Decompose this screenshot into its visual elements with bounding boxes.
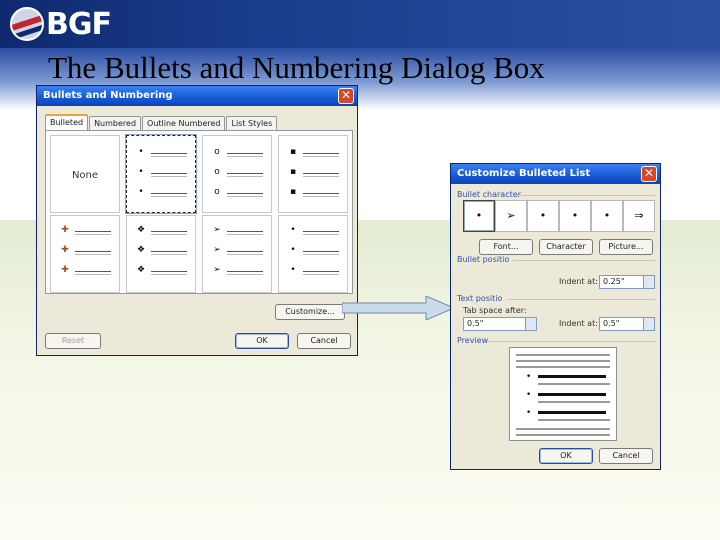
tab-outline-numbered[interactable]: Outline Numbered [142, 116, 226, 130]
bullet-char-dot-3[interactable]: • [559, 200, 591, 232]
bullet-cross-icon: ✚ [61, 225, 69, 235]
bullet-position-label: Bullet positio [457, 255, 510, 264]
bullet-style-dot[interactable]: • • • [126, 135, 196, 213]
close-icon[interactable]: ✕ [641, 166, 657, 182]
dialog-titlebar[interactable]: Bullets and Numbering ✕ [37, 86, 357, 106]
bulleted-tab-panel: None • • • o o o ▪ ▪ ▪ ✚ ✚ ✚ ❖ ❖ ❖ ➢ ➢ ➢… [45, 130, 353, 294]
none-label: None [71, 170, 99, 181]
bullet-indent-at-label: Indent at: [559, 277, 598, 286]
bullet-style-arrow[interactable]: ➢ ➢ ➢ [202, 215, 272, 293]
customize-button[interactable]: Customize... [275, 304, 345, 320]
bullet-dot-icon: • [290, 265, 296, 275]
bullet-circle-icon: o [214, 187, 220, 197]
preview-bullet-icon: • [526, 372, 532, 382]
tab-numbered[interactable]: Numbered [89, 116, 142, 130]
text-indent-at-label: Indent at: [559, 319, 598, 328]
preview-bullet-icon: • [526, 408, 532, 418]
tab-space-after-label: Tab space after: [463, 306, 527, 315]
tab-space-after-input[interactable]: 0.5" [463, 317, 537, 331]
tab-strip: Bulleted Numbered Outline Numbered List … [45, 114, 278, 130]
dialog-title: Bullets and Numbering [43, 90, 173, 101]
tab-list-styles[interactable]: List Styles [226, 116, 278, 130]
bullet-cross-icon: ✚ [61, 265, 69, 275]
text-position-label: Text positio [457, 294, 503, 303]
text-indent-at-input[interactable]: 0.5" [599, 317, 655, 331]
bullet-square-icon: ▪ [289, 187, 297, 197]
bullet-style-circle[interactable]: o o o [202, 135, 272, 213]
preview-pane: • • • [509, 347, 617, 441]
bullet-dot-icon: • [290, 225, 296, 235]
bullet-diamond-icon: ❖ [136, 225, 146, 235]
bullet-arrow-icon: ➢ [213, 225, 221, 235]
cancel-button[interactable]: Cancel [599, 448, 653, 464]
bullet-char-dot-2[interactable]: • [527, 200, 559, 232]
bullet-cross-icon: ✚ [61, 245, 69, 255]
character-button[interactable]: Character [539, 239, 593, 255]
bullet-dot-icon: • [138, 147, 144, 157]
bullet-dot-icon: • [138, 187, 144, 197]
dialog-title: Customize Bulleted List [457, 168, 591, 179]
bullet-indent-at-input[interactable]: 0.25" [599, 275, 655, 289]
bullet-char-dot[interactable]: • [463, 200, 495, 232]
bullet-style-cross[interactable]: ✚ ✚ ✚ [50, 215, 120, 293]
pointer-arrow [342, 296, 454, 320]
preview-label: Preview [457, 336, 489, 345]
globe-icon [10, 7, 44, 41]
bullet-circle-icon: o [214, 167, 220, 177]
bullet-style-small-dot[interactable]: • • • [278, 215, 348, 293]
bullet-circle-icon: o [214, 147, 220, 157]
logo-text: BGF [46, 6, 112, 42]
bullet-arrow-icon: ➢ [213, 265, 221, 275]
bullet-dot-icon: • [138, 167, 144, 177]
bullet-char-arrow[interactable]: ➢ [495, 200, 527, 232]
bullet-style-none[interactable]: None [50, 135, 120, 213]
ok-button[interactable]: OK [539, 448, 593, 464]
bullet-char-double-arrow[interactable]: ⇒ [623, 200, 655, 232]
bullet-diamond-icon: ❖ [136, 265, 146, 275]
bullet-style-diamond[interactable]: ❖ ❖ ❖ [126, 215, 196, 293]
bullet-square-icon: ▪ [289, 147, 297, 157]
bullet-character-label: Bullet character [457, 190, 521, 199]
picture-button[interactable]: Picture... [599, 239, 653, 255]
bullets-numbering-dialog: Bullets and Numbering ✕ Bulleted Numbere… [36, 85, 358, 356]
dialog-titlebar[interactable]: Customize Bulleted List ✕ [451, 164, 660, 184]
tab-bulleted[interactable]: Bulleted [45, 114, 89, 130]
bullet-diamond-icon: ❖ [136, 245, 146, 255]
bgf-logo: BGF [10, 6, 112, 42]
customize-bulleted-list-dialog: Customize Bulleted List ✕ Bullet charact… [450, 163, 661, 470]
bullet-char-dot-4[interactable]: • [591, 200, 623, 232]
preview-bullet-icon: • [526, 390, 532, 400]
font-button[interactable]: Font... [479, 239, 533, 255]
bullet-arrow-icon: ➢ [213, 245, 221, 255]
bullet-square-icon: ▪ [289, 167, 297, 177]
bullet-character-strip: • ➢ • • • ⇒ [463, 200, 655, 232]
close-icon[interactable]: ✕ [338, 88, 354, 104]
reset-button[interactable]: Reset [45, 333, 101, 349]
ok-button[interactable]: OK [235, 333, 289, 349]
bullet-style-square[interactable]: ▪ ▪ ▪ [278, 135, 348, 213]
cancel-button[interactable]: Cancel [297, 333, 351, 349]
slide-title: The Bullets and Numbering Dialog Box [48, 50, 545, 85]
bullet-dot-icon: • [290, 245, 296, 255]
